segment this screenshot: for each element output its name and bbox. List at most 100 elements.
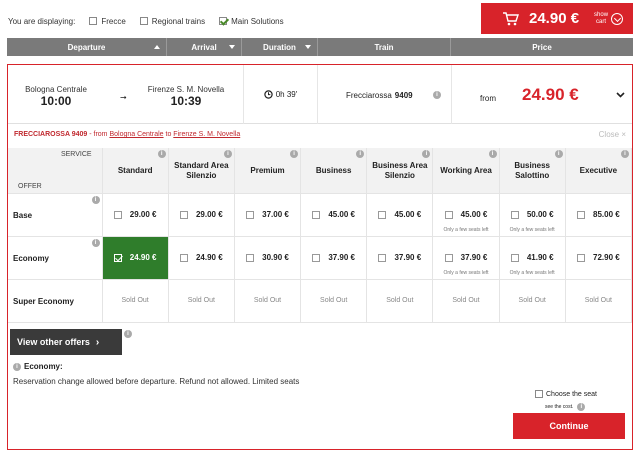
offer-name-text: Super Economy <box>13 296 74 306</box>
col-price: Price <box>451 38 633 56</box>
price-cell: from 24.90 € <box>452 65 632 124</box>
filter-main-checkbox[interactable] <box>219 17 228 25</box>
detail-from-station: Bologna Centrale <box>109 131 164 138</box>
fare-option[interactable]: 37.00 € <box>234 194 302 236</box>
fare-checkbox[interactable] <box>113 254 122 262</box>
chevron-down-icon[interactable] <box>616 92 625 98</box>
sort-down-icon <box>305 45 311 49</box>
fare-option[interactable]: 24.90 € <box>102 237 169 279</box>
fare-checkbox[interactable] <box>444 254 453 262</box>
arrival-station: Firenze S. M. Novella <box>147 85 225 94</box>
service-info-icon[interactable]: i <box>356 150 365 158</box>
service-header: Working Area i <box>433 148 500 193</box>
service-info-icon[interactable]: i <box>290 150 299 158</box>
chevron-right-icon: › <box>95 336 100 348</box>
fare-checkbox[interactable] <box>577 211 585 219</box>
service-name: Premium <box>250 165 285 175</box>
duration-cell: 0h 39' <box>244 65 318 124</box>
continue-button[interactable]: Continue <box>513 413 625 439</box>
departure-time: 10:00 <box>40 94 72 108</box>
arrival-block: Firenze S. M. Novella 10:39 <box>136 85 236 108</box>
col-departure-label: Departure <box>67 42 106 52</box>
service-header: Business Salottino i <box>499 148 566 193</box>
seat-cost-info-icon[interactable]: i <box>577 403 586 411</box>
col-arrival[interactable]: Arrival <box>167 38 242 56</box>
fare-option[interactable]: 37.90 € <box>301 237 368 279</box>
filter-main-label: Main Solutions <box>231 16 284 26</box>
filter-frecce-checkbox[interactable] <box>89 17 98 25</box>
fare-checkbox[interactable] <box>510 254 519 262</box>
cart-button[interactable]: 24.90 € show cart <box>481 3 633 34</box>
close-button[interactable]: Close × <box>599 130 626 139</box>
choose-seat-option[interactable]: Choose the seat <box>535 390 597 398</box>
train-number: 9409 <box>394 91 413 100</box>
offer-info-icon[interactable]: i <box>91 239 100 247</box>
filter-regional-trains[interactable]: Regional trains <box>139 16 206 26</box>
fare-price: 30.90 € <box>262 253 289 262</box>
offer-name: Super Economy <box>8 280 103 322</box>
fare-price: 45.00 € <box>460 210 488 219</box>
view-offers-info-icon[interactable]: i <box>124 330 132 338</box>
fare-checkbox[interactable] <box>312 211 321 219</box>
filter-main-solutions[interactable]: Main Solutions <box>219 16 284 26</box>
service-info-icon[interactable]: i <box>223 150 232 158</box>
fare-option[interactable]: 29.00 € <box>168 194 235 236</box>
col-price-label: Price <box>532 42 552 52</box>
fare-option[interactable]: 72.90 € <box>565 237 632 279</box>
fare-checkbox[interactable] <box>246 254 255 262</box>
sold-out-cell: Sold Out <box>433 280 500 322</box>
service-info-icon[interactable]: i <box>554 150 563 158</box>
departure-station: Bologna Centrale <box>25 85 87 94</box>
fare-checkbox[interactable] <box>444 211 453 219</box>
fare-option[interactable]: 45.00 € <box>367 194 434 236</box>
fare-option[interactable]: 41.90 € Only a few seats left <box>499 237 566 279</box>
fare-checkbox[interactable] <box>378 211 387 219</box>
fare-checkbox[interactable] <box>113 211 122 219</box>
economy-title: i Economy: <box>13 362 63 371</box>
fare-checkbox[interactable] <box>378 254 387 262</box>
fare-checkbox[interactable] <box>179 211 188 219</box>
service-info-icon[interactable]: i <box>422 150 431 158</box>
fare-option[interactable]: 24.90 € <box>168 237 235 279</box>
fare-option[interactable]: 45.00 € <box>301 194 368 236</box>
col-duration-label: Duration <box>263 42 296 52</box>
fare-option[interactable]: 50.00 € Only a few seats left <box>499 194 566 236</box>
fare-checkbox[interactable] <box>510 211 519 219</box>
fare-option[interactable]: 85.00 € <box>565 194 632 236</box>
service-info-icon[interactable]: i <box>620 150 629 158</box>
fare-checkbox[interactable] <box>577 254 585 262</box>
view-other-offers-button[interactable]: View other offers › <box>10 329 122 355</box>
fare-price: 45.00 € <box>328 210 356 219</box>
choose-seat-checkbox[interactable] <box>535 390 543 398</box>
fare-price: 41.90 € <box>526 253 554 262</box>
fare-option[interactable]: 37.90 € Only a few seats left <box>433 237 500 279</box>
train-info-icon[interactable]: i <box>433 91 441 99</box>
service-name: Business <box>315 165 352 175</box>
fare-option[interactable]: 37.90 € <box>367 237 434 279</box>
service-info-icon[interactable]: i <box>488 150 497 158</box>
fare-price: 37.90 € <box>394 253 422 262</box>
filter-regional-label: Regional trains <box>151 16 206 26</box>
fare-option[interactable]: 45.00 € Only a few seats left <box>433 194 500 236</box>
service-header: Standard Area Silenzio i <box>168 148 235 193</box>
offer-grid-header: SERVICE OFFER Standard i Standard Area Sil… <box>8 148 632 194</box>
fare-option[interactable]: 29.00 € <box>102 194 169 236</box>
service-info-icon[interactable]: i <box>157 150 166 158</box>
fare-checkbox[interactable] <box>179 254 188 262</box>
filter-frecce[interactable]: Frecce <box>89 17 126 26</box>
economy-title-text: Economy: <box>24 362 63 371</box>
col-train-label: Train <box>374 42 394 52</box>
sold-out-label: Sold Out <box>584 297 612 304</box>
filter-regional-checkbox[interactable] <box>139 17 148 25</box>
departure-block: Bologna Centrale 10:00 <box>16 85 96 108</box>
results-header: Departure Arrival Duration Train Price <box>7 38 633 56</box>
col-duration[interactable]: Duration <box>242 38 318 56</box>
service-header: Business i <box>301 148 368 193</box>
offer-info-icon[interactable]: i <box>91 196 100 204</box>
col-departure[interactable]: Departure <box>7 38 167 56</box>
fare-checkbox[interactable] <box>246 211 255 219</box>
fare-option[interactable]: 30.90 € <box>234 237 302 279</box>
price-from-label: from <box>480 94 496 103</box>
fare-checkbox[interactable] <box>312 254 321 262</box>
solution-summary[interactable]: Bologna Centrale 10:00 ➞ Firenze S. M. N… <box>8 65 632 124</box>
